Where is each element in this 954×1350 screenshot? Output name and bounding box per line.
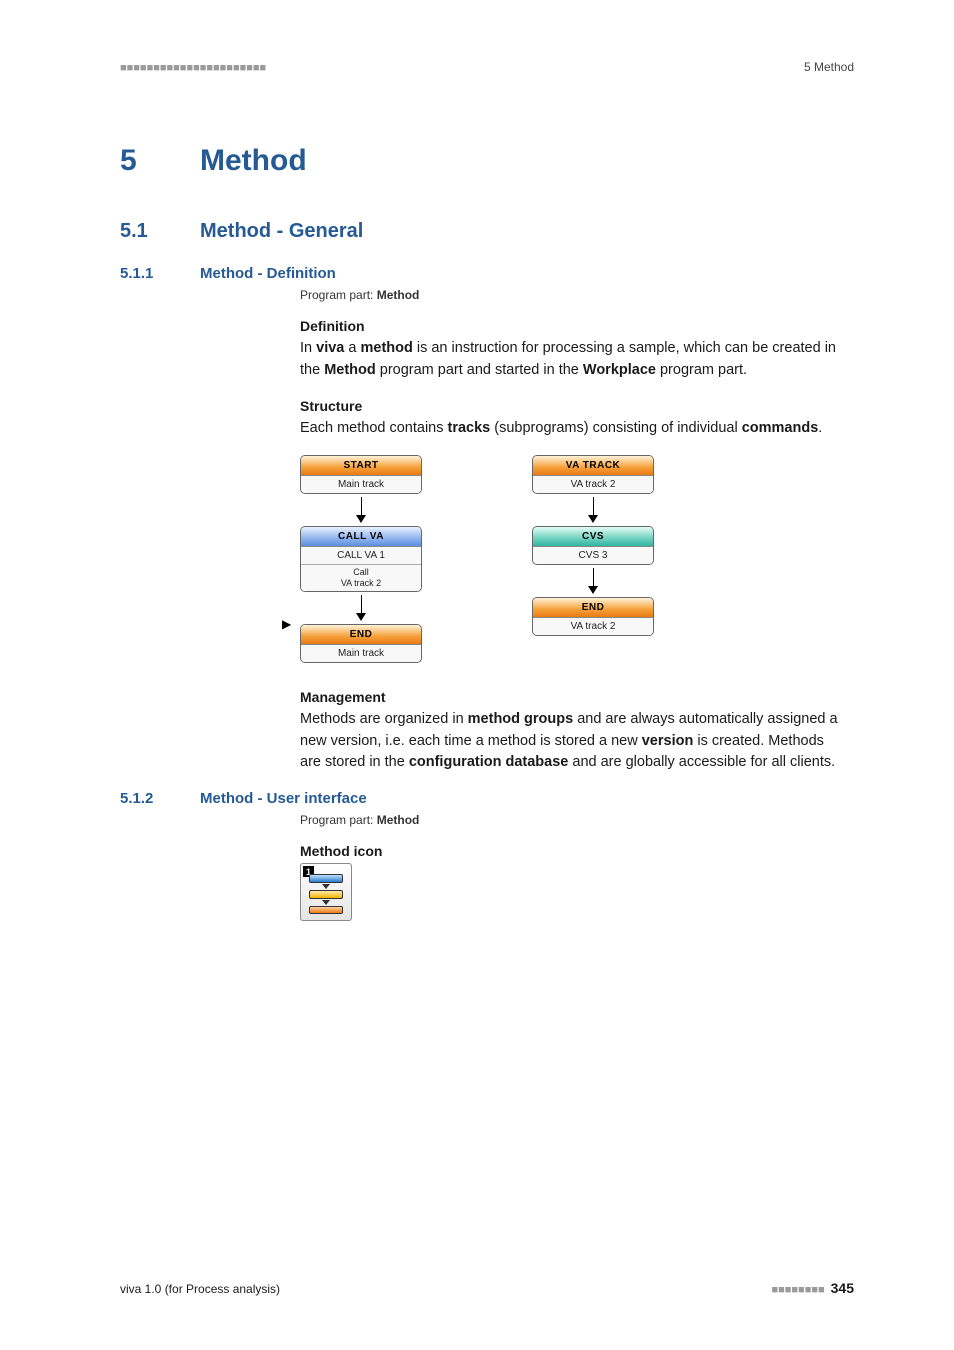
para-management: Methods are organized in method groups a… bbox=[300, 709, 844, 774]
play-marker-icon: ▶ bbox=[282, 617, 291, 631]
method-icon-bar bbox=[309, 890, 343, 899]
method-icon-bar bbox=[309, 874, 343, 883]
arrow-down-icon bbox=[588, 497, 598, 523]
para-structure: Each method contains tracks (subprograms… bbox=[300, 418, 844, 440]
footer-left: viva 1.0 (for Process analysis) bbox=[120, 1282, 280, 1296]
method-icon-bar bbox=[309, 906, 343, 915]
block-cvs: CVS CVS 3 bbox=[532, 526, 654, 565]
block-call-sub: CALL VA 1 bbox=[301, 547, 421, 564]
heading-structure: Structure bbox=[300, 398, 844, 414]
block-call-head: CALL VA bbox=[301, 527, 421, 547]
block-start: START Main track bbox=[300, 455, 422, 494]
footer-dashes: ■■■■■■■■ bbox=[771, 1284, 824, 1296]
block-cvs-head: CVS bbox=[533, 527, 653, 547]
subsection2-number: 5.1.2 bbox=[120, 790, 153, 807]
program-part-label: Program part: bbox=[300, 288, 377, 302]
method-icon: 1 bbox=[300, 863, 352, 921]
block-end-right-head: END bbox=[533, 598, 653, 618]
arrow-down-icon bbox=[322, 884, 330, 889]
block-call-va: CALL VA CALL VA 1 Call VA track 2 bbox=[300, 526, 422, 592]
block-end-left-head: END bbox=[301, 625, 421, 645]
block-va-track-head: VA TRACK bbox=[533, 456, 653, 476]
section-title: Method - General bbox=[200, 220, 854, 243]
section-number: 5.1 bbox=[120, 220, 148, 242]
heading-method-icon: Method icon bbox=[300, 843, 844, 859]
subsection2-title: Method - User interface bbox=[200, 790, 854, 807]
heading-definition: Definition bbox=[300, 318, 844, 334]
program-part-value: Method bbox=[377, 813, 420, 827]
block-call-extra: Call VA track 2 bbox=[301, 564, 421, 591]
program-part-label: Program part: bbox=[300, 813, 377, 827]
block-va-track: VA TRACK VA track 2 bbox=[532, 455, 654, 494]
chapter-title: Method bbox=[200, 144, 854, 178]
arrow-down-icon bbox=[356, 595, 366, 621]
para-definition: In viva a method is an instruction for p… bbox=[300, 338, 844, 382]
subsection1-title: Method - Definition bbox=[200, 265, 854, 282]
subsection1-number: 5.1.1 bbox=[120, 265, 153, 282]
heading-management: Management bbox=[300, 689, 844, 705]
header-dashes: ■■■■■■■■■■■■■■■■■■■■■■ bbox=[120, 62, 266, 74]
program-part-value: Method bbox=[377, 288, 420, 302]
program-part-1: Program part: Method bbox=[300, 288, 844, 302]
block-va-track-sub: VA track 2 bbox=[533, 476, 653, 493]
block-end-right-sub: VA track 2 bbox=[533, 618, 653, 635]
header-right: 5 Method bbox=[804, 60, 854, 74]
block-end-left-sub: Main track bbox=[301, 645, 421, 662]
block-end-right: END VA track 2 bbox=[532, 597, 654, 636]
arrow-down-icon bbox=[588, 568, 598, 594]
flowchart-left-track: ▶ START Main track CALL VA CALL VA 1 Cal… bbox=[300, 455, 422, 663]
flowchart-right-track: VA TRACK VA track 2 CVS CVS 3 END VA tra… bbox=[532, 455, 654, 663]
block-start-head: START bbox=[301, 456, 421, 476]
block-end-left: END Main track bbox=[300, 624, 422, 663]
arrow-down-icon bbox=[356, 497, 366, 523]
block-cvs-sub: CVS 3 bbox=[533, 547, 653, 564]
chapter-number: 5 bbox=[120, 144, 137, 177]
block-start-sub: Main track bbox=[301, 476, 421, 493]
program-part-2: Program part: Method bbox=[300, 813, 844, 827]
arrow-down-icon bbox=[322, 900, 330, 905]
page-number: 345 bbox=[831, 1280, 854, 1296]
flowchart-diagram: ▶ START Main track CALL VA CALL VA 1 Cal… bbox=[300, 455, 844, 663]
